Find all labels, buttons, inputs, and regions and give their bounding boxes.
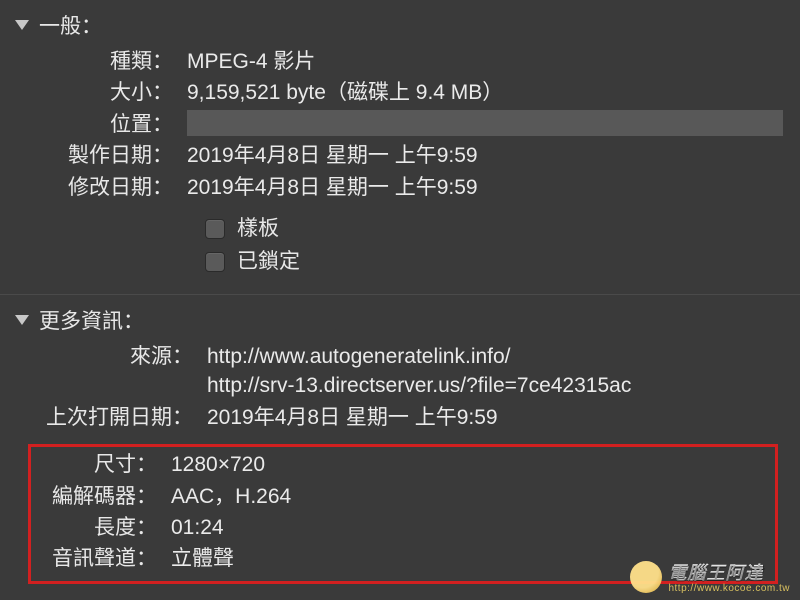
stationery-row: 樣板 xyxy=(15,213,785,246)
source-label: 來源： xyxy=(15,342,193,371)
locked-row: 已鎖定 xyxy=(15,246,785,279)
kind-value: MPEG-4 影片 xyxy=(173,47,785,76)
more-info-section-title: 更多資訊： xyxy=(39,305,144,335)
size-label: 大小： xyxy=(15,78,173,107)
location-row: 位置： xyxy=(15,109,785,140)
more-info-section-body: 來源： http://www.autogeneratelink.info/ ht… xyxy=(0,341,800,441)
disclosure-triangle-icon[interactable] xyxy=(15,315,29,325)
duration-row: 長度： 01:24 xyxy=(31,512,775,543)
source-value: http://www.autogeneratelink.info/ http:/… xyxy=(193,342,785,401)
codecs-value: AAC，H.264 xyxy=(157,482,775,511)
watermark-sub: http://www.kocoe.com.tw xyxy=(668,583,790,594)
last-opened-row: 上次打開日期： 2019年4月8日 星期一 上午9:59 xyxy=(15,402,785,433)
duration-value: 01:24 xyxy=(157,513,775,542)
kind-label: 種類： xyxy=(15,47,173,76)
duration-label: 長度： xyxy=(31,513,157,542)
kind-row: 種類： MPEG-4 影片 xyxy=(15,46,785,77)
source-row: 來源： http://www.autogeneratelink.info/ ht… xyxy=(15,341,785,402)
source-value-line-1: http://www.autogeneratelink.info/ xyxy=(207,342,785,371)
general-section-header[interactable]: 一般： xyxy=(0,0,800,46)
codecs-label: 編解碼器： xyxy=(31,482,157,511)
disclosure-triangle-icon[interactable] xyxy=(15,20,29,30)
locked-label: 已鎖定 xyxy=(237,246,300,279)
audio-value: 立體聲 xyxy=(157,544,775,573)
stationery-checkbox[interactable] xyxy=(205,219,225,239)
modified-value: 2019年4月8日 星期一 上午9:59 xyxy=(173,173,785,202)
source-value-line-2: http://srv-13.directserver.us/?file=7ce4… xyxy=(207,371,785,400)
created-value: 2019年4月8日 星期一 上午9:59 xyxy=(173,141,785,170)
general-section-title: 一般： xyxy=(39,10,102,40)
modified-label: 修改日期： xyxy=(15,173,173,202)
audio-label: 音訊聲道： xyxy=(31,544,157,573)
highlight-box: 尺寸： 1280×720 編解碼器： AAC，H.264 長度： 01:24 音… xyxy=(28,444,778,584)
last-opened-value: 2019年4月8日 星期一 上午9:59 xyxy=(193,403,785,432)
more-info-section-header[interactable]: 更多資訊： xyxy=(0,295,800,341)
location-value-redacted xyxy=(187,110,783,136)
created-row: 製作日期： 2019年4月8日 星期一 上午9:59 xyxy=(15,140,785,171)
codecs-row: 編解碼器： AAC，H.264 xyxy=(31,481,775,512)
dimensions-label: 尺寸： xyxy=(31,450,157,479)
location-label: 位置： xyxy=(15,110,173,139)
audio-row: 音訊聲道： 立體聲 xyxy=(31,543,775,574)
created-label: 製作日期： xyxy=(15,141,173,170)
size-value: 9,159,521 byte（磁碟上 9.4 MB） xyxy=(173,78,785,107)
locked-checkbox[interactable] xyxy=(205,252,225,272)
stationery-label: 樣板 xyxy=(237,213,279,246)
general-section-body: 種類： MPEG-4 影片 大小： 9,159,521 byte（磁碟上 9.4… xyxy=(0,46,800,286)
modified-row: 修改日期： 2019年4月8日 星期一 上午9:59 xyxy=(15,172,785,203)
dimensions-value: 1280×720 xyxy=(157,450,775,479)
size-row: 大小： 9,159,521 byte（磁碟上 9.4 MB） xyxy=(15,77,785,108)
dimensions-row: 尺寸： 1280×720 xyxy=(31,449,775,480)
last-opened-label: 上次打開日期： xyxy=(15,403,193,432)
